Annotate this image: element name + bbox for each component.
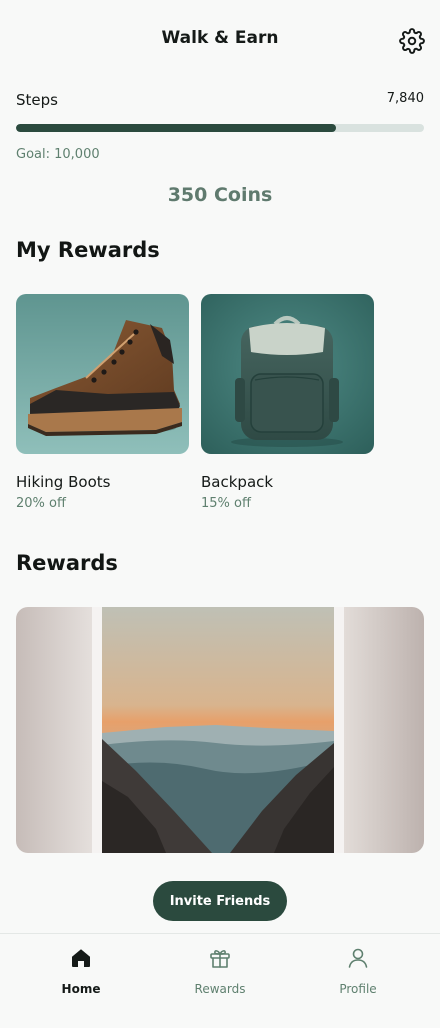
bottom-nav: Home Rewards Profile bbox=[0, 933, 440, 1028]
steps-label: Steps bbox=[16, 91, 58, 109]
hiking-boots-image bbox=[16, 294, 189, 454]
reward-card-hiking-boots[interactable]: Hiking Boots 20% off bbox=[16, 294, 189, 511]
nav-item-profile[interactable]: Profile bbox=[303, 946, 413, 996]
nav-label-home: Home bbox=[61, 982, 101, 996]
steps-progress-fill bbox=[16, 124, 336, 132]
gear-icon[interactable] bbox=[399, 28, 425, 54]
steps-progress-bar bbox=[16, 124, 424, 132]
reward-discount: 20% off bbox=[16, 496, 66, 511]
rewards-banner[interactable] bbox=[16, 607, 424, 853]
reward-card-backpack[interactable]: Backpack 15% off bbox=[201, 294, 374, 511]
steps-count: 7,840 bbox=[386, 91, 424, 106]
nav-label-rewards: Rewards bbox=[194, 982, 246, 996]
user-icon bbox=[348, 948, 368, 968]
coins-balance: 350 Coins bbox=[167, 184, 273, 206]
page-title: Walk & Earn bbox=[161, 28, 279, 48]
nav-label-profile: Profile bbox=[339, 982, 377, 996]
rewards-title: Rewards bbox=[16, 551, 118, 575]
my-rewards-title: My Rewards bbox=[16, 238, 160, 262]
steps-goal: Goal: 10,000 bbox=[16, 147, 100, 162]
reward-name: Hiking Boots bbox=[16, 473, 111, 491]
reward-name: Backpack bbox=[201, 473, 274, 491]
nav-item-rewards[interactable]: Rewards bbox=[165, 946, 275, 996]
reward-discount: 15% off bbox=[201, 496, 251, 511]
app-header: Walk & Earn bbox=[0, 0, 440, 80]
gift-icon bbox=[210, 950, 230, 968]
home-icon bbox=[72, 949, 90, 967]
mountain-landscape-image bbox=[16, 607, 424, 853]
invite-friends-button[interactable]: Invite Friends bbox=[153, 881, 287, 921]
backpack-image bbox=[201, 294, 374, 454]
nav-item-home[interactable]: Home bbox=[26, 946, 136, 996]
